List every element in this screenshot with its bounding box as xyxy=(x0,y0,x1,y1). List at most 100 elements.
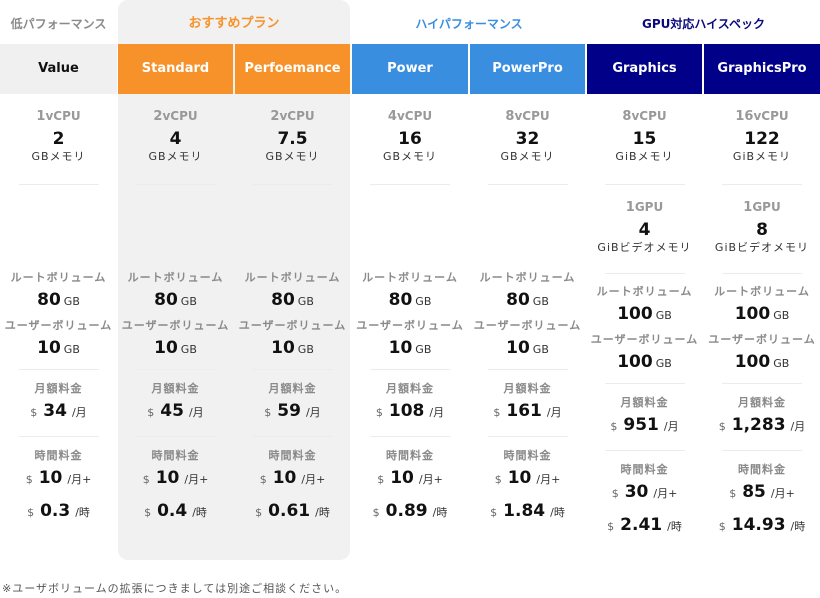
per-month-plus: /月+ xyxy=(67,473,92,486)
monthly-price: $1,283/月 xyxy=(704,414,820,436)
user-volume-value: 10 GB xyxy=(470,337,585,359)
vram-unit: GiBビデオメモリ xyxy=(714,241,810,254)
divider xyxy=(135,369,216,370)
memory-unit: GiBメモリ xyxy=(615,150,674,163)
currency-symbol: $ xyxy=(607,520,615,533)
hourly-rate-amount: 0.61 xyxy=(268,501,311,521)
user-volume-value: 100 GB xyxy=(587,351,702,373)
user-volume-value: 10 GB xyxy=(0,337,117,359)
per-month: /月 xyxy=(429,406,445,419)
hourly-base-amount: 30 xyxy=(624,482,649,502)
monthly-amount: 108 xyxy=(388,401,425,421)
currency-symbol: $ xyxy=(375,406,383,419)
user-volume-unit: GB xyxy=(415,343,432,356)
divider xyxy=(252,436,333,437)
hourly-rate-price: $0.89/時 xyxy=(352,500,468,522)
root-volume-number: 100 xyxy=(617,304,653,324)
root-volume-value: 80 GB xyxy=(470,289,585,311)
user-volume-value: 100 GB xyxy=(704,351,820,373)
group-label-low-performance: 低パフォーマンス xyxy=(10,17,107,31)
plan-header-value[interactable]: Value xyxy=(0,44,117,94)
root-volume-label: ルートボリューム xyxy=(362,271,458,284)
memory-unit: GBメモリ xyxy=(265,150,320,163)
plan-column: 8vCPU 32 GBメモリ ルートボリューム 80 GB ユーザーボリューム 10 GB 月額料… xyxy=(470,94,585,522)
monthly-amount: 45 xyxy=(160,401,184,421)
currency-symbol: $ xyxy=(27,506,35,519)
plan-header-power[interactable]: Power xyxy=(352,44,468,94)
hourly-rate-amount: 0.4 xyxy=(157,501,188,521)
user-volume-number: 10 xyxy=(388,338,413,358)
currency-symbol: $ xyxy=(372,506,380,519)
hourly-base-amount: 10 xyxy=(507,468,532,488)
monthly-price: $59/月 xyxy=(235,400,350,422)
monthly-fee-label: 月額料金 xyxy=(34,382,83,395)
root-volume-value: 100 GB xyxy=(587,303,702,325)
plan-header-graphicspro[interactable]: GraphicsPro xyxy=(704,44,820,94)
plan-header-powerpro[interactable]: PowerPro xyxy=(470,44,585,94)
root-volume-number: 100 xyxy=(734,304,771,324)
root-volume-label: ルートボリューム xyxy=(479,271,576,284)
monthly-amount: 1,283 xyxy=(731,415,786,435)
hourly-rate-price: $2.41/時 xyxy=(587,514,702,536)
hourly-base-price: $10/月+ xyxy=(352,467,468,489)
hourly-rate-amount: 14.93 xyxy=(731,515,786,535)
plan-column: 1vCPU 2 GBメモリ ルートボリューム 80 GB ユーザーボリューム 10 GB 月額料金… xyxy=(0,94,117,522)
memory-value: 4 xyxy=(169,129,182,149)
per-hour: /時 xyxy=(315,506,330,519)
user-volume-number: 100 xyxy=(617,352,653,372)
currency-symbol: $ xyxy=(144,506,152,519)
plan-header-perfoemance[interactable]: Perfoemance xyxy=(235,44,350,94)
plan-header-standard[interactable]: Standard xyxy=(118,44,233,94)
gpu-block xyxy=(0,185,117,271)
divider xyxy=(722,383,802,384)
monthly-fee-label: 月額料金 xyxy=(386,382,434,395)
hourly-rate-price: $14.93/時 xyxy=(704,514,820,536)
monthly-price: $34/月 xyxy=(0,400,117,422)
vcpu-count: 2vCPU xyxy=(235,108,350,124)
monthly-price: $161/月 xyxy=(470,400,585,422)
root-volume-number: 80 xyxy=(506,290,530,310)
plan-column: 2vCPU 7.5 GBメモリ ルートボリューム 80 GB ユーザーボリューム 10 GB 月額… xyxy=(235,94,350,522)
hourly-rate-amount: 1.84 xyxy=(503,501,546,521)
currency-symbol: $ xyxy=(30,406,38,419)
hourly-rate-amount: 2.41 xyxy=(620,515,663,535)
hourly-rate-price: $0.4/時 xyxy=(118,500,233,522)
user-volume-label: ユーザーボリューム xyxy=(4,319,113,332)
divider xyxy=(722,184,802,185)
divider xyxy=(487,436,568,437)
divider xyxy=(487,369,568,370)
per-hour: /時 xyxy=(192,506,207,519)
vcpu-unit: vCPU xyxy=(162,109,198,123)
gpu-block xyxy=(118,185,233,271)
per-month-plus: /月+ xyxy=(536,473,561,486)
vcpu-number: 4 xyxy=(387,109,397,124)
memory-value: 16 xyxy=(398,129,422,149)
root-volume-number: 80 xyxy=(388,290,413,310)
currency-symbol: $ xyxy=(729,487,737,500)
hourly-base-amount: 10 xyxy=(390,468,414,488)
hourly-fee-label: 時間料金 xyxy=(386,449,434,462)
monthly-fee-label: 月額料金 xyxy=(738,396,786,409)
hourly-fee-label: 時間料金 xyxy=(34,449,83,462)
per-hour: /時 xyxy=(667,520,682,533)
hourly-fee-label: 時間料金 xyxy=(620,463,669,476)
gpu-unit: GPU xyxy=(634,200,664,214)
root-volume-label: ルートボリューム xyxy=(714,285,810,298)
divider xyxy=(252,369,333,370)
root-volume-value: 80 GB xyxy=(235,289,350,311)
plan-column: 4vCPU 16 GBメモリ ルートボリューム 80 GB ユーザーボリューム 10 GB 月額料… xyxy=(352,94,468,522)
plan-header-graphics[interactable]: Graphics xyxy=(587,44,702,94)
per-month-plus: /月+ xyxy=(653,487,678,500)
hourly-fee-label: 時間料金 xyxy=(503,449,552,462)
user-volume-unit: GB xyxy=(655,357,672,370)
root-volume-unit: GB xyxy=(415,295,432,308)
user-volume-label: ユーザーボリューム xyxy=(708,333,816,346)
root-volume-value: 80 GB xyxy=(0,289,117,311)
gpu-block xyxy=(352,185,468,271)
gpu-block: 1GPU 8 GiBビデオメモリ xyxy=(704,199,820,285)
plan-column: 16vCPU 122 GiBメモリ 1GPU 8 GiBビデオメモリ ルートボリューム 100… xyxy=(704,94,820,536)
hourly-fee-label: 時間料金 xyxy=(268,449,317,462)
memory-unit: GBメモリ xyxy=(382,150,438,163)
gpu-number: 1 xyxy=(625,200,635,215)
gpu-count: 1GPU xyxy=(587,199,702,215)
